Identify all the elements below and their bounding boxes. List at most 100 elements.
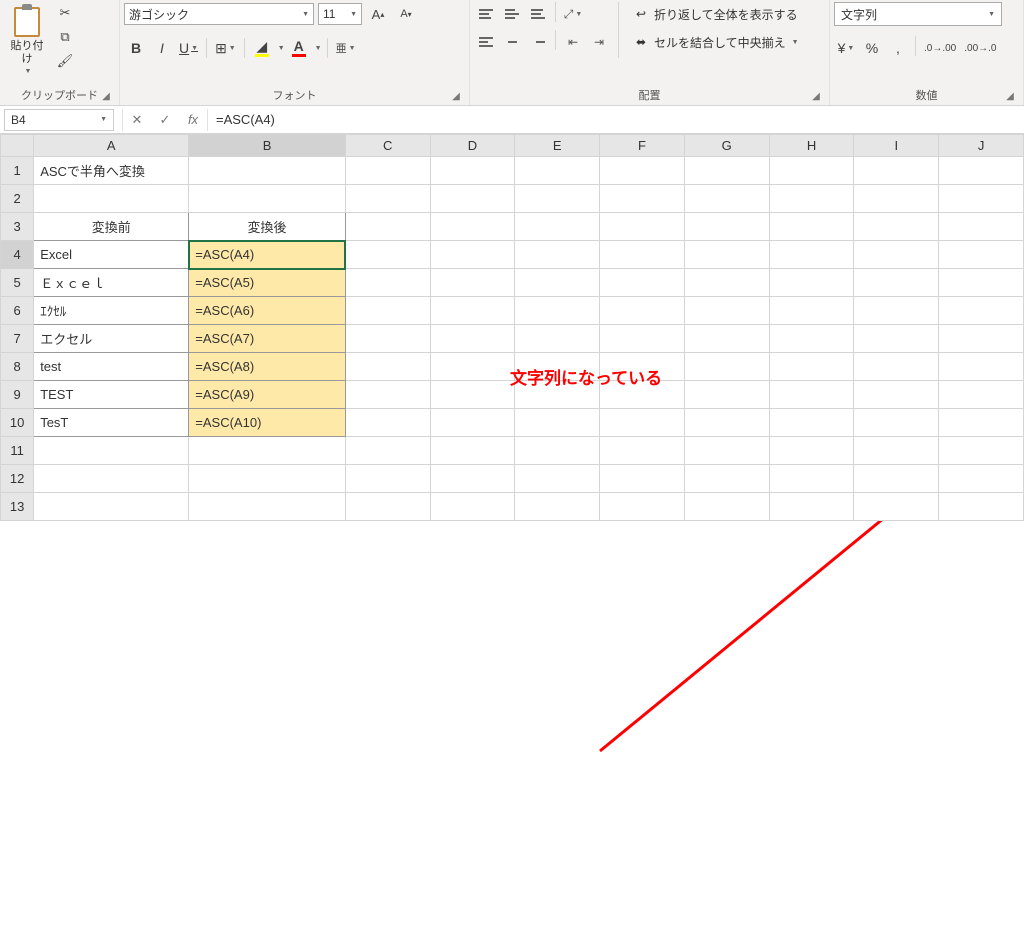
fill-color-button[interactable]: ◢ <box>250 36 274 60</box>
cell-F3[interactable] <box>600 213 685 241</box>
cell-J5[interactable] <box>939 269 1024 297</box>
cell-D13[interactable] <box>430 493 515 521</box>
cell-J4[interactable] <box>939 241 1024 269</box>
format-painter-button[interactable]: 🖌 <box>54 50 76 72</box>
cell-D6[interactable] <box>430 297 515 325</box>
cell-F13[interactable] <box>600 493 685 521</box>
cut-button[interactable]: ✂ <box>54 2 76 24</box>
accept-formula-button[interactable]: ✓ <box>151 109 179 131</box>
percent-format-button[interactable]: % <box>860 36 884 60</box>
row-header-2[interactable]: 2 <box>1 185 34 213</box>
increase-indent-button[interactable]: ⇥ <box>587 30 611 54</box>
col-header-E[interactable]: E <box>515 135 600 157</box>
cell-A3[interactable]: 変換前 <box>34 213 189 241</box>
cell-H4[interactable] <box>769 241 854 269</box>
worksheet-grid[interactable]: ABCDEFGHIJ1ASCで半角へ変換23変換前変換後4Excel=ASC(A… <box>0 134 1024 521</box>
cell-A11[interactable] <box>34 437 189 465</box>
cell-I11[interactable] <box>854 437 939 465</box>
cell-J10[interactable] <box>939 409 1024 437</box>
cell-D1[interactable] <box>430 157 515 185</box>
cell-H7[interactable] <box>769 325 854 353</box>
cell-G10[interactable] <box>684 409 769 437</box>
cell-C11[interactable] <box>345 437 430 465</box>
cell-C2[interactable] <box>345 185 430 213</box>
cell-I5[interactable] <box>854 269 939 297</box>
cell-D2[interactable] <box>430 185 515 213</box>
paste-button[interactable]: 貼り付け ▼ <box>4 2 50 79</box>
cell-H12[interactable] <box>769 465 854 493</box>
dialog-launcher-icon[interactable]: ◢ <box>1003 89 1017 103</box>
cell-F11[interactable] <box>600 437 685 465</box>
font-size-select[interactable]: 11▼ <box>318 3 362 25</box>
cell-B7[interactable]: =ASC(A7) <box>189 325 346 353</box>
cell-G11[interactable] <box>684 437 769 465</box>
row-header-1[interactable]: 1 <box>1 157 34 185</box>
col-header-A[interactable]: A <box>34 135 189 157</box>
decrease-indent-button[interactable]: ⇤ <box>561 30 585 54</box>
cell-F5[interactable] <box>600 269 685 297</box>
cell-I4[interactable] <box>854 241 939 269</box>
cell-J2[interactable] <box>939 185 1024 213</box>
bold-button[interactable]: B <box>124 36 148 60</box>
cell-D8[interactable] <box>430 353 515 381</box>
cell-E11[interactable] <box>515 437 600 465</box>
row-header-6[interactable]: 6 <box>1 297 34 325</box>
insert-function-button[interactable]: fx <box>179 109 207 131</box>
cell-C4[interactable] <box>345 241 430 269</box>
cell-E7[interactable] <box>515 325 600 353</box>
cell-H10[interactable] <box>769 409 854 437</box>
cell-A6[interactable]: ｴｸｾﾙ <box>34 297 189 325</box>
dialog-launcher-icon[interactable]: ◢ <box>449 89 463 103</box>
cell-J3[interactable] <box>939 213 1024 241</box>
cell-A8[interactable]: test <box>34 353 189 381</box>
cell-B3[interactable]: 変換後 <box>189 213 346 241</box>
underline-button[interactable]: U▼ <box>176 36 201 60</box>
cell-J7[interactable] <box>939 325 1024 353</box>
cell-I13[interactable] <box>854 493 939 521</box>
cell-C10[interactable] <box>345 409 430 437</box>
cell-C7[interactable] <box>345 325 430 353</box>
cell-C5[interactable] <box>345 269 430 297</box>
cell-C3[interactable] <box>345 213 430 241</box>
cell-C8[interactable] <box>345 353 430 381</box>
cell-G2[interactable] <box>684 185 769 213</box>
cell-I3[interactable] <box>854 213 939 241</box>
align-bottom-button[interactable] <box>526 2 550 26</box>
cell-I8[interactable] <box>854 353 939 381</box>
row-header-9[interactable]: 9 <box>1 381 34 409</box>
cell-D4[interactable] <box>430 241 515 269</box>
cell-F7[interactable] <box>600 325 685 353</box>
cell-J11[interactable] <box>939 437 1024 465</box>
cell-F6[interactable] <box>600 297 685 325</box>
cell-E12[interactable] <box>515 465 600 493</box>
cell-I7[interactable] <box>854 325 939 353</box>
number-format-select[interactable]: 文字列 ▼ <box>834 2 1002 26</box>
cell-H5[interactable] <box>769 269 854 297</box>
cell-J6[interactable] <box>939 297 1024 325</box>
cell-B10[interactable]: =ASC(A10) <box>189 409 346 437</box>
cell-B13[interactable] <box>189 493 346 521</box>
cell-B11[interactable] <box>189 437 346 465</box>
border-button[interactable]: ⊞▼ <box>212 36 239 60</box>
dialog-launcher-icon[interactable]: ◢ <box>99 89 113 103</box>
font-family-select[interactable]: 游ゴシック▼ <box>124 3 314 25</box>
cell-F10[interactable] <box>600 409 685 437</box>
col-header-B[interactable]: B <box>189 135 346 157</box>
orientation-button[interactable]: ⤢▼ <box>561 2 585 26</box>
row-header-13[interactable]: 13 <box>1 493 34 521</box>
cell-J8[interactable] <box>939 353 1024 381</box>
cell-H13[interactable] <box>769 493 854 521</box>
row-header-3[interactable]: 3 <box>1 213 34 241</box>
cell-C9[interactable] <box>345 381 430 409</box>
cell-E13[interactable] <box>515 493 600 521</box>
cell-E4[interactable] <box>515 241 600 269</box>
cell-A9[interactable]: TEST <box>34 381 189 409</box>
comma-format-button[interactable]: , <box>886 36 910 60</box>
cell-B5[interactable]: =ASC(A5) <box>189 269 346 297</box>
cell-G12[interactable] <box>684 465 769 493</box>
col-header-I[interactable]: I <box>854 135 939 157</box>
col-header-H[interactable]: H <box>769 135 854 157</box>
cell-B6[interactable]: =ASC(A6) <box>189 297 346 325</box>
cell-C12[interactable] <box>345 465 430 493</box>
cell-E3[interactable] <box>515 213 600 241</box>
